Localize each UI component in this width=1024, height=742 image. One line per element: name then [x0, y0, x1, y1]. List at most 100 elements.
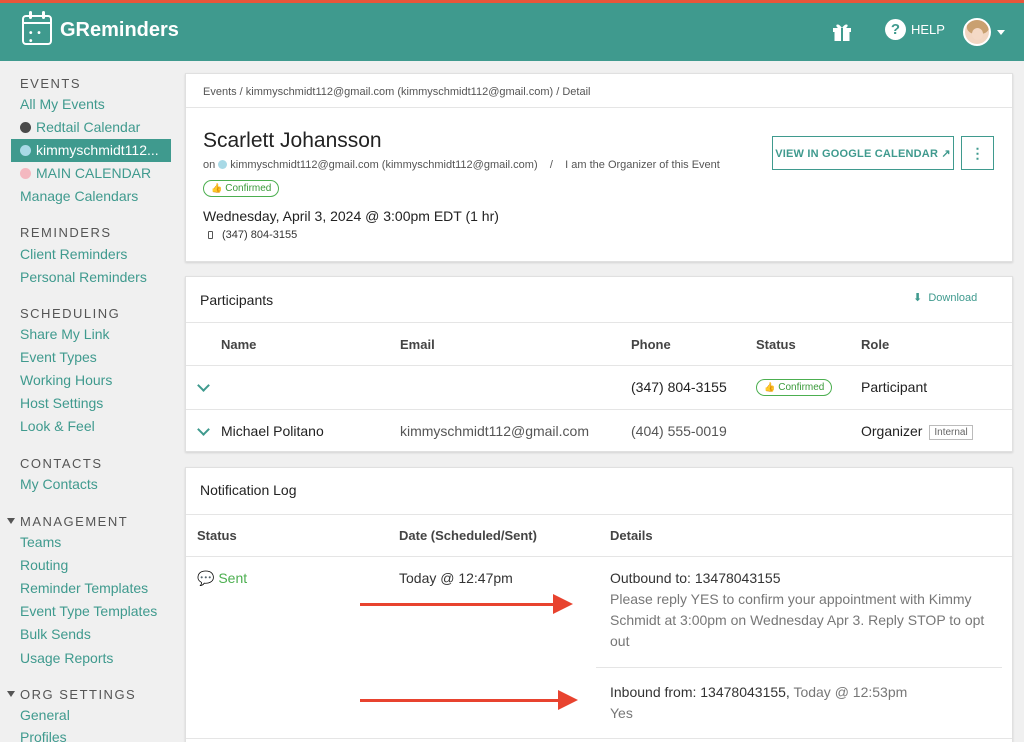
sidebar-heading-events: EVENTS [20, 76, 82, 91]
inbound-message: Yes [610, 705, 633, 721]
view-in-google-calendar-button[interactable]: VIEW IN GOOGLE CALENDAR ↗ [772, 136, 954, 170]
participant-role: Organizer Internal [861, 423, 973, 440]
sidebar-item-share-my-link[interactable]: Share My Link [20, 326, 109, 342]
more-options-button[interactable]: ⋮ [961, 136, 994, 170]
avatar[interactable] [963, 18, 991, 46]
internal-tag: Internal [929, 425, 973, 440]
sidebar-item-redtail-calendar[interactable]: Redtail Calendar [20, 119, 140, 135]
organizer-note: I am the Organizer of this Event [565, 159, 720, 171]
sidebar-item-general[interactable]: General [20, 707, 70, 723]
event-phone-number: (347) 804-3155 [222, 229, 298, 241]
sidebar: EVENTS All My Events Redtail Calendar ki… [0, 61, 180, 742]
log-date: Today @ 12:47pm [399, 570, 513, 586]
sidebar-item-reminder-templates[interactable]: Reminder Templates [20, 580, 148, 596]
divider [596, 667, 1002, 668]
chevron-down-icon[interactable] [197, 379, 210, 392]
participant-name: Michael Politano [221, 423, 324, 439]
thumbs-up-icon: 👍 [211, 183, 223, 193]
sidebar-item-teams[interactable]: Teams [20, 534, 61, 550]
sidebar-item-host-settings[interactable]: Host Settings [20, 395, 103, 411]
top-navbar: • • • GReminders ? HELP [0, 0, 1024, 61]
divider [186, 107, 1012, 108]
sidebar-item-profiles[interactable]: Profiles [20, 729, 67, 742]
sidebar-item-routing[interactable]: Routing [20, 557, 68, 573]
participant-role: Participant [861, 379, 928, 395]
divider [186, 365, 1012, 366]
calendar-color-dot [20, 168, 31, 179]
sidebar-item-look-and-feel[interactable]: Look & Feel [20, 418, 95, 434]
status-label: Confirmed [778, 382, 825, 393]
breadcrumb[interactable]: Events / kimmyschmidt112@gmail.com (kimm… [203, 86, 590, 98]
sidebar-item-label: kimmyschmidt112... [36, 142, 159, 158]
chevron-down-icon[interactable] [197, 423, 210, 436]
event-phone: (347) 804-3155 [208, 229, 297, 241]
calendar-logo-icon: • • • [22, 11, 52, 47]
sidebar-item-main-calendar[interactable]: MAIN CALENDAR [20, 165, 151, 181]
participants-card: Participants ⬇ Download Name Email Phone… [185, 276, 1013, 452]
sidebar-item-bulk-sends[interactable]: Bulk Sends [20, 626, 91, 642]
column-header-details[interactable]: Details [610, 528, 653, 543]
sidebar-item-working-hours[interactable]: Working Hours [20, 372, 112, 388]
help-icon: ? [885, 19, 906, 40]
sidebar-item-kimmyschmidt-calendar[interactable]: kimmyschmidt112... [11, 139, 171, 162]
help-button[interactable]: ? HELP [885, 19, 945, 40]
event-title: Scarlett Johansson [203, 129, 382, 152]
thumbs-up-icon: 👍 [764, 382, 776, 392]
calendar-color-dot [20, 145, 31, 156]
kebab-icon: ⋮ [970, 144, 985, 161]
event-detail-card: Events / kimmyschmidt112@gmail.com (kimm… [185, 73, 1013, 262]
calendar-color-dot [20, 122, 31, 133]
sidebar-item-personal-reminders[interactable]: Personal Reminders [20, 269, 147, 285]
sidebar-heading-org-settings[interactable]: ORG SETTINGS [6, 687, 136, 702]
column-header-status[interactable]: Status [197, 528, 237, 543]
sidebar-heading-contacts: CONTACTS [20, 456, 103, 471]
sidebar-item-event-types[interactable]: Event Types [20, 349, 97, 365]
gift-icon[interactable] [831, 20, 853, 42]
column-header-role[interactable]: Role [861, 337, 889, 352]
participants-title: Participants [200, 292, 274, 308]
sidebar-heading-management[interactable]: MANAGEMENT [6, 514, 128, 529]
annotation-arrow [360, 690, 578, 710]
column-header-status[interactable]: Status [756, 337, 796, 352]
log-status: 💬 Sent [197, 570, 247, 587]
notification-log-title: Notification Log [200, 482, 297, 498]
column-header-name[interactable]: Name [221, 337, 256, 352]
column-header-date[interactable]: Date (Scheduled/Sent) [399, 528, 537, 543]
sidebar-item-my-contacts[interactable]: My Contacts [20, 476, 98, 492]
sidebar-item-all-my-events[interactable]: All My Events [20, 96, 105, 112]
status-badge: 👍 Confirmed [203, 180, 280, 197]
role-label: Organizer [861, 423, 923, 439]
on-label: on [203, 159, 216, 171]
sidebar-heading-reminders: REMINDERS [20, 225, 112, 240]
download-button[interactable]: ⬇ Download [913, 291, 977, 304]
annotation-arrow [360, 594, 573, 614]
divider [186, 514, 1012, 515]
column-header-email[interactable]: Email [400, 337, 435, 352]
gcal-button-label: VIEW IN GOOGLE CALENDAR [775, 147, 939, 160]
participant-email: kimmyschmidt112@gmail.com [400, 423, 589, 439]
divider [186, 738, 1012, 739]
sidebar-item-event-type-templates[interactable]: Event Type Templates [20, 603, 157, 619]
log-inbound: Inbound from: 13478043155, Today @ 12:53… [610, 682, 1000, 724]
calendar-color-dot [218, 160, 228, 169]
outbound-message: Please reply YES to confirm your appoint… [610, 591, 985, 649]
inbound-label: Inbound from: 13478043155, [610, 684, 790, 700]
app-name: GReminders [60, 18, 179, 41]
sidebar-item-usage-reports[interactable]: Usage Reports [20, 650, 113, 666]
outbound-label: Outbound to: 13478043155 [610, 570, 781, 586]
status-label: Confirmed [225, 183, 272, 194]
sidebar-item-manage-calendars[interactable]: Manage Calendars [20, 188, 138, 204]
event-subtitle: on kimmyschmidt112@gmail.com (kimmyschmid… [203, 159, 720, 171]
divider [186, 556, 1012, 557]
status-badge: 👍 Confirmed [756, 379, 833, 396]
download-label: Download [928, 292, 978, 304]
help-label: HELP [911, 22, 945, 37]
caret-down-icon[interactable] [997, 30, 1005, 35]
notification-log-card: Notification Log Status Date (Scheduled/… [185, 467, 1013, 742]
phone-icon [208, 231, 213, 239]
sidebar-heading-scheduling: SCHEDULING [20, 306, 121, 321]
brand[interactable]: • • • GReminders [22, 11, 179, 47]
sidebar-item-client-reminders[interactable]: Client Reminders [20, 246, 127, 262]
sidebar-item-label: Redtail Calendar [36, 119, 141, 135]
column-header-phone[interactable]: Phone [631, 337, 671, 352]
